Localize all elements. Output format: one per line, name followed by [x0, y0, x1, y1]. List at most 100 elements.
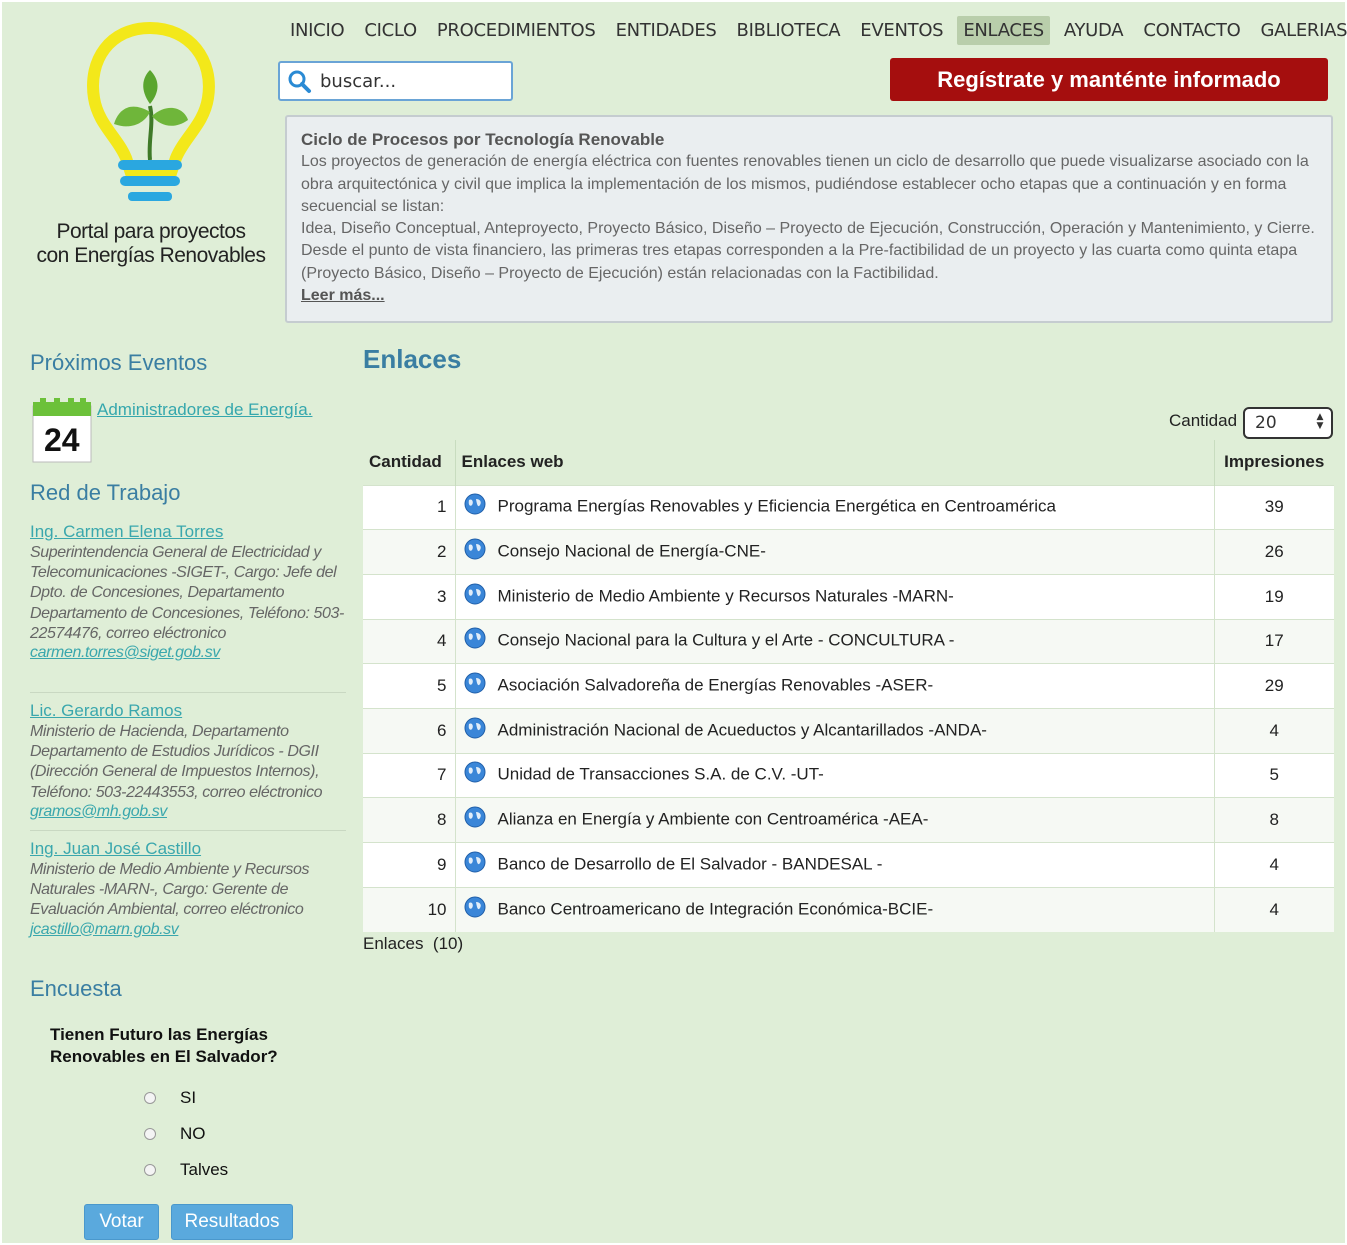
table-row: 7 Unidad de Transacciones S.A. de C.V. -U…: [363, 752, 1334, 798]
row-number: 4: [363, 618, 456, 664]
nav-inicio[interactable]: INICIO: [284, 16, 350, 45]
row-number: 1: [363, 484, 456, 530]
cycle-info-body-2: Idea, Diseño Conceptual, Anteproyecto, P…: [301, 220, 1315, 282]
search-icon[interactable]: [286, 68, 312, 94]
row-number: 9: [363, 842, 456, 888]
row-impressions: 19: [1214, 573, 1334, 620]
row-link[interactable]: Alianza en Energía y Ambiente con Centro…: [498, 810, 929, 829]
row-impressions: 17: [1214, 618, 1334, 664]
cycle-info-title: Ciclo de Procesos por Tecnología Renovab…: [301, 130, 665, 149]
row-link-cell: Banco Centroamericano de Integración Eco…: [455, 886, 1215, 932]
nav-procedimientos[interactable]: PROCEDIMIENTOS: [431, 16, 602, 45]
globe-icon: [464, 583, 485, 605]
radio-button[interactable]: [144, 1164, 156, 1176]
nav-ayuda[interactable]: AYUDA: [1058, 16, 1129, 45]
nav-enlaces[interactable]: ENLACES: [957, 15, 1050, 45]
results-button[interactable]: Resultados: [171, 1204, 293, 1240]
globe-icon: [464, 493, 485, 515]
globe-icon: [464, 851, 485, 873]
divider: [30, 830, 346, 831]
vote-button[interactable]: Votar: [84, 1204, 159, 1240]
lightbulb-logo-icon: [87, 21, 215, 201]
page: Portal para proyectos con Energías Renov…: [2, 2, 1347, 1243]
register-button[interactable]: Regístrate y manténte informado: [890, 58, 1328, 101]
row-impressions: 5: [1214, 752, 1334, 798]
page-title: Enlaces: [363, 344, 462, 374]
poll-option-label: SI: [180, 1088, 197, 1107]
nav-biblioteca[interactable]: BIBLIOTECA: [731, 16, 847, 45]
row-link[interactable]: Consejo Nacional para la Cultura y el Ar…: [498, 631, 955, 650]
row-link[interactable]: Banco de Desarrollo de El Salvador - BAN…: [498, 854, 883, 873]
table-row: 3 Ministerio de Medio Ambiente y Recursos…: [363, 573, 1334, 620]
row-impressions: 4: [1214, 707, 1334, 754]
row-link-cell: Alianza en Energía y Ambiente con Centro…: [455, 797, 1215, 843]
table-row: 6 Administración Nacional de Acueductos y…: [363, 707, 1334, 754]
table-row: 5 Asociación Salvadoreña de Energías Reno…: [363, 663, 1334, 709]
poll-option-label: NO: [180, 1124, 206, 1143]
poll-option-si[interactable]: SI: [144, 1088, 196, 1108]
table-row: 10 Banco Centroamericano de Integración E…: [363, 886, 1334, 932]
cycle-info-box: Ciclo de Procesos por Tecnología Renovab…: [285, 115, 1333, 323]
network-title: Red de Trabajo: [30, 480, 181, 505]
column-header-enlaces[interactable]: Enlaces web: [455, 440, 1215, 485]
row-link-cell: Consejo Nacional de Energía-CNE-: [455, 529, 1215, 575]
read-more-link[interactable]: Leer más...: [301, 285, 1317, 307]
links-count: Enlaces (10): [363, 934, 464, 953]
contact-description: Superintendencia General de Electricidad…: [30, 544, 344, 642]
radio-button[interactable]: [144, 1128, 156, 1140]
row-link[interactable]: Banco Centroamericano de Integración Eco…: [498, 899, 934, 918]
contact-name[interactable]: Ing. Juan José Castillo: [30, 838, 348, 860]
nav-eventos[interactable]: EVENTOS: [854, 16, 949, 45]
links-table: Cantidad Enlaces web Impresiones 1 Progra…: [363, 440, 1334, 932]
row-link[interactable]: Unidad de Transacciones S.A. de C.V. -UT…: [498, 765, 824, 784]
column-header-impresiones[interactable]: Impresiones: [1214, 440, 1334, 485]
table-row: 4 Consejo Nacional para la Cultura y el A…: [363, 618, 1334, 664]
nav-ciclo[interactable]: CICLO: [358, 16, 423, 45]
site-logo[interactable]: Portal para proyectos con Energías Renov…: [22, 20, 282, 280]
row-link[interactable]: Administración Nacional de Acueductos y …: [498, 720, 987, 739]
contact-email-link[interactable]: jcastillo@marn.gob.sv: [30, 921, 179, 938]
row-link[interactable]: Asociación Salvadoreña de Energías Renov…: [498, 676, 934, 695]
contact-item: Ing. Juan José Castillo Ministerio de Me…: [30, 838, 348, 939]
nav-galerias[interactable]: GALERIAS: [1254, 16, 1347, 45]
event-day: 24: [44, 422, 80, 458]
row-link[interactable]: Consejo Nacional de Energía-CNE-: [498, 542, 766, 561]
row-impressions: 4: [1214, 886, 1334, 932]
poll-title: Encuesta: [30, 976, 122, 1001]
row-link[interactable]: Ministerio de Medio Ambiente y Recursos …: [498, 586, 954, 605]
contact-item: Ing. Carmen Elena Torres Superintendenci…: [30, 521, 348, 662]
row-impressions: 4: [1214, 842, 1334, 888]
quantity-select-value: 20: [1255, 413, 1277, 433]
upcoming-events-title: Próximos Eventos: [30, 350, 208, 375]
row-link[interactable]: Programa Energías Renovables y Eficienci…: [498, 497, 1056, 516]
globe-icon: [464, 538, 485, 560]
search-input[interactable]: [320, 70, 500, 92]
event-link[interactable]: Administradores de Energía.: [97, 400, 312, 420]
contact-name[interactable]: Ing. Carmen Elena Torres: [30, 521, 348, 543]
contact-email-link[interactable]: gramos@mh.gob.sv: [30, 803, 167, 820]
nav-entidades[interactable]: ENTIDADES: [610, 16, 723, 45]
row-link-cell: Consejo Nacional para la Cultura y el Ar…: [455, 618, 1215, 664]
poll-option-talves[interactable]: Talves: [144, 1160, 228, 1180]
select-arrows-icon: ▲ ▼: [1316, 412, 1324, 431]
poll-question: Tienen Futuro las Energías Renovables en…: [50, 1025, 278, 1066]
globe-icon: [464, 806, 485, 828]
contact-name[interactable]: Lic. Gerardo Ramos: [30, 700, 348, 722]
nav-contacto[interactable]: CONTACTO: [1137, 16, 1246, 45]
row-link-cell: Administración Nacional de Acueductos y …: [455, 707, 1215, 754]
table-row: 1 Programa Energías Renovables y Eficienc…: [363, 484, 1334, 530]
table-row: 2 Consejo Nacional de Energía-CNE- 26: [363, 529, 1334, 575]
site-logo-text: Portal para proyectos con Energías Renov…: [22, 220, 280, 268]
poll-option-label: Talves: [180, 1160, 229, 1179]
poll-option-no[interactable]: NO: [144, 1124, 206, 1144]
globe-icon: [464, 717, 485, 739]
radio-button[interactable]: [144, 1092, 156, 1104]
column-header-cantidad[interactable]: Cantidad: [363, 440, 456, 485]
contact-description: Ministerio de Hacienda, Departamento Dep…: [30, 723, 323, 801]
row-impressions: 29: [1214, 663, 1334, 709]
row-link-cell: Ministerio de Medio Ambiente y Recursos …: [455, 573, 1215, 620]
row-number: 10: [363, 886, 456, 932]
row-number: 7: [363, 752, 456, 798]
quantity-select[interactable]: 20 ▲ ▼: [1243, 407, 1333, 439]
contact-email-link[interactable]: carmen.torres@siget.gob.sv: [30, 644, 220, 661]
